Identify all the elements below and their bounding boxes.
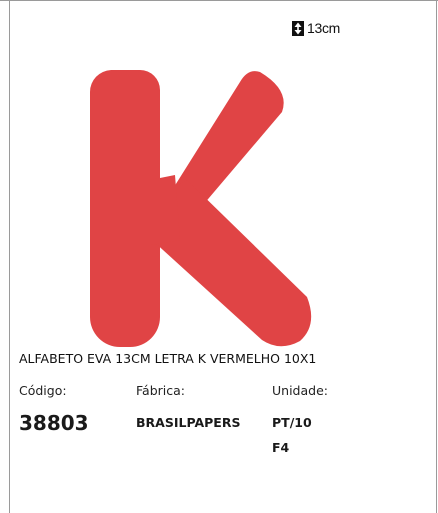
frame-left-border xyxy=(9,0,10,513)
codigo-value: 38803 xyxy=(19,411,89,435)
unidade-label: Unidade: xyxy=(272,383,328,398)
size-indicator: 13cm xyxy=(292,20,340,36)
fabrica-label: Fábrica: xyxy=(136,383,185,398)
unidade-extra-value: F4 xyxy=(272,440,290,455)
height-ruler-icon xyxy=(292,20,304,36)
frame-top-border xyxy=(0,0,438,1)
letter-k-image xyxy=(89,70,312,347)
codigo-label: Código: xyxy=(19,383,67,398)
product-description: ALFABETO EVA 13CM LETRA K VERMELHO 10X1 xyxy=(19,351,317,366)
unidade-value: PT/10 xyxy=(272,415,312,430)
frame-right-border xyxy=(436,0,437,513)
fabrica-value: BRASILPAPERS xyxy=(136,415,241,430)
size-label: 13cm xyxy=(307,20,341,36)
